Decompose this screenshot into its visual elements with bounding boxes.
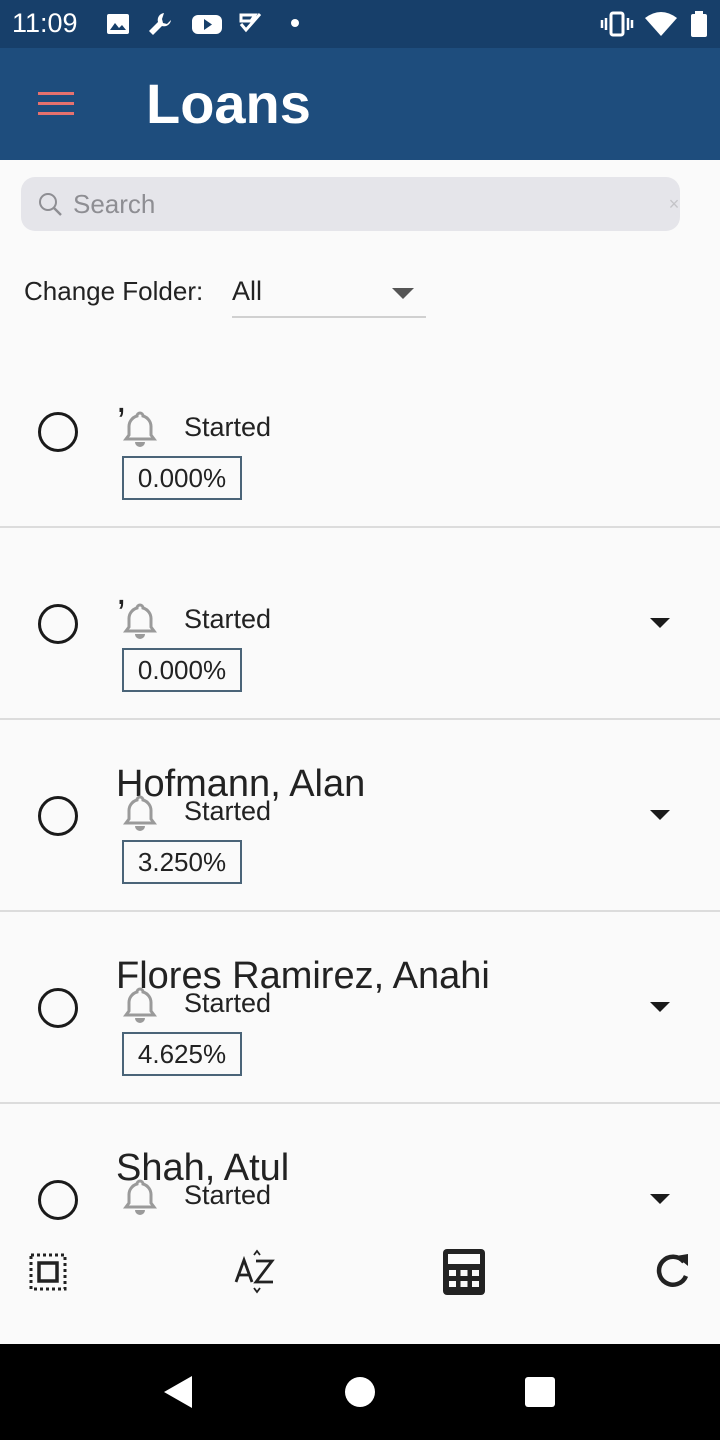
image-icon: [107, 14, 129, 34]
folder-label: Change Folder:: [24, 276, 204, 306]
clear-search-icon[interactable]: ×: [661, 191, 687, 217]
home-icon[interactable]: [345, 1377, 375, 1407]
interest-rate: 0.000%: [122, 456, 242, 500]
select-radio[interactable]: [38, 1180, 78, 1220]
refresh-icon[interactable]: [646, 1246, 698, 1298]
search-input[interactable]: [73, 185, 633, 223]
bell-icon[interactable]: [120, 408, 160, 448]
loan-row[interactable]: , Started 0.000%: [0, 336, 720, 528]
bell-icon[interactable]: [120, 600, 160, 640]
battery-icon: [691, 11, 707, 37]
youtube-icon: [192, 15, 222, 34]
select-all-icon[interactable]: [22, 1246, 74, 1298]
loan-status: Started: [184, 604, 272, 634]
page-title: Loans: [146, 72, 311, 135]
wrench-icon: [149, 13, 171, 35]
select-radio[interactable]: [38, 604, 78, 644]
hamburger-menu-icon[interactable]: [22, 78, 74, 130]
system-nav-bar: [0, 1344, 720, 1440]
recents-icon[interactable]: [525, 1377, 555, 1407]
bell-icon[interactable]: [120, 984, 160, 1024]
loan-row[interactable]: Flores Ramirez, Anahi Started 4.625%: [0, 912, 720, 1104]
select-radio[interactable]: [38, 412, 78, 452]
expand-chevron-icon[interactable]: [650, 1194, 670, 1204]
back-icon[interactable]: [164, 1376, 192, 1408]
interest-rate: 0.000%: [122, 648, 242, 692]
bell-icon[interactable]: [120, 792, 160, 832]
check-icon: [239, 13, 262, 33]
loan-row[interactable]: Hofmann, Alan Started 3.250%: [0, 720, 720, 912]
loan-list[interactable]: , Started 0.000% , Started 0.000% Hofman…: [0, 336, 720, 1232]
bell-icon[interactable]: [120, 1176, 160, 1216]
loan-status: Started: [184, 1180, 272, 1210]
borrower-name: Flores Ramirez, Anahi: [116, 955, 490, 997]
search-icon: [39, 193, 62, 216]
dot-icon: [291, 19, 299, 27]
loan-status: Started: [184, 412, 272, 442]
interest-rate: 3.250%: [122, 840, 242, 884]
app-bar: Loans: [0, 48, 720, 160]
loan-status: Started: [184, 988, 272, 1018]
status-time: 11:09: [12, 8, 78, 38]
loan-row[interactable]: Shah, Atul Started: [0, 1104, 720, 1232]
loan-row[interactable]: , Started 0.000%: [0, 528, 720, 720]
select-radio[interactable]: [38, 988, 78, 1028]
loan-status: Started: [184, 796, 272, 826]
wifi-icon: [645, 12, 677, 36]
interest-rate: 4.625%: [122, 1032, 242, 1076]
expand-chevron-icon[interactable]: [650, 1002, 670, 1012]
select-radio[interactable]: [38, 796, 78, 836]
sort-az-icon[interactable]: [230, 1246, 282, 1298]
bottom-toolbar: [0, 1232, 720, 1344]
vibrate-icon: [600, 11, 634, 37]
folder-dropdown[interactable]: All: [232, 268, 426, 318]
expand-chevron-icon[interactable]: [650, 618, 670, 628]
search-bar[interactable]: ×: [21, 177, 680, 231]
status-bar: 11:09: [0, 0, 720, 48]
folder-selected-value: All: [232, 276, 263, 306]
expand-chevron-icon[interactable]: [650, 810, 670, 820]
calculator-icon[interactable]: [438, 1246, 490, 1298]
chevron-down-icon: [392, 288, 414, 299]
